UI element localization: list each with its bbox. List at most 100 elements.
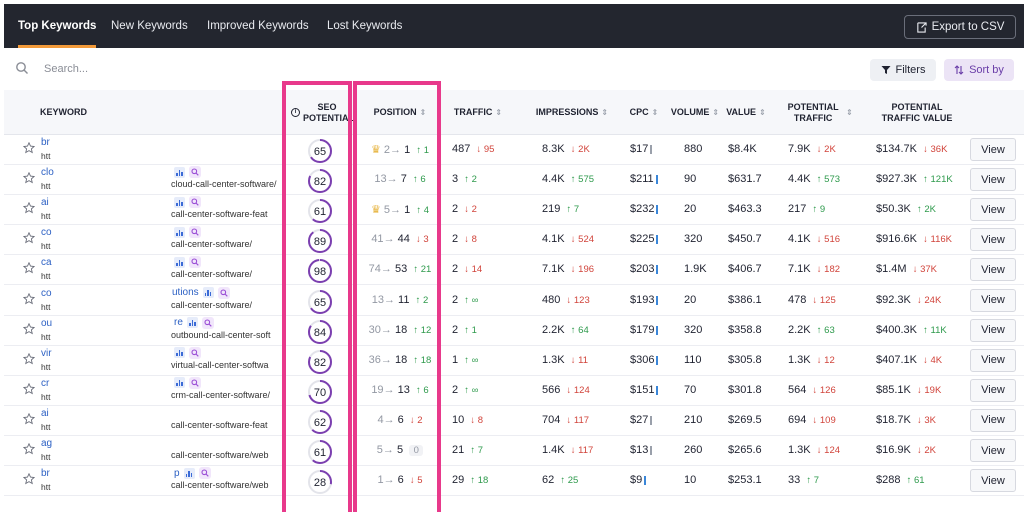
view-button[interactable]: View	[970, 469, 1016, 493]
star-icon[interactable]	[23, 232, 35, 244]
view-button[interactable]: View	[970, 318, 1016, 342]
keyword-text[interactable]: ai	[41, 408, 49, 419]
star-icon[interactable]	[23, 202, 35, 214]
landing-page-url[interactable]: call-center-software/web	[171, 480, 283, 490]
keyword-text[interactable]: ou	[41, 318, 52, 329]
view-button[interactable]: View	[970, 288, 1016, 312]
view-button[interactable]: View	[970, 408, 1016, 432]
bar-chart-icon[interactable]	[174, 347, 185, 359]
landing-page-url[interactable]: cloud-call-center-software/	[171, 179, 283, 189]
view-button[interactable]: View	[970, 168, 1016, 192]
bar-chart-icon[interactable]	[174, 256, 185, 268]
table-row: ai htt call-center-software-feat 61 ♛ 5→…	[4, 195, 1024, 226]
potential-traffic-value: 564	[788, 383, 807, 396]
view-button[interactable]: View	[970, 198, 1016, 222]
magnifier-icon[interactable]	[217, 286, 230, 299]
view-button[interactable]: View	[970, 228, 1016, 252]
view-button[interactable]: View	[970, 258, 1016, 282]
bar-chart-icon[interactable]	[174, 166, 185, 178]
keyword-text[interactable]: ca	[41, 257, 52, 268]
magnifier-icon[interactable]	[189, 256, 201, 269]
star-icon[interactable]	[23, 142, 35, 154]
bar-chart-icon[interactable]	[174, 377, 185, 389]
potential-traffic-value-change: ↓ 19K	[917, 385, 941, 396]
column-volume[interactable]: VOLUME ⇕	[668, 90, 722, 135]
magnifier-icon[interactable]	[189, 226, 201, 239]
tab-top-keywords[interactable]: Top Keywords	[18, 4, 97, 48]
landing-page-url[interactable]: virtual-call-center-softwa	[171, 360, 283, 370]
landing-page-url[interactable]: call-center-software/	[171, 300, 283, 310]
landing-page-url[interactable]: call-center-software/	[171, 239, 283, 249]
volume-cell: 1.9K	[684, 263, 707, 275]
bar-chart-icon[interactable]	[174, 226, 185, 238]
landing-page-url[interactable]: call-center-software-feat	[171, 420, 283, 430]
column-potential-traffic-value[interactable]: POTENTIAL TRAFFIC VALUE	[870, 90, 964, 135]
keyword-text[interactable]: co	[41, 227, 52, 238]
landing-page-url[interactable]: outbound-call-center-soft	[171, 330, 283, 340]
potential-traffic-change-value: 124	[824, 445, 841, 456]
column-traffic[interactable]: TRAFFIC ⇕	[452, 90, 504, 135]
tab-improved-keywords[interactable]: Improved Keywords	[207, 4, 309, 48]
magnifier-icon[interactable]	[189, 196, 201, 209]
arrow-down-icon: ↓	[409, 414, 415, 426]
magnifier-icon[interactable]	[189, 166, 201, 179]
keyword-text[interactable]: br	[41, 468, 50, 479]
keyword-text[interactable]: br	[41, 137, 50, 148]
bar-chart-icon[interactable]	[202, 287, 214, 298]
keyword-text[interactable]: co	[41, 288, 52, 299]
column-impressions[interactable]: IMPRESSIONS ⇕	[534, 90, 610, 135]
impressions-value: 566	[542, 383, 561, 396]
seo-potential-gauge: 62	[308, 409, 332, 434]
filters-button[interactable]: Filters	[870, 59, 936, 81]
landing-page-url[interactable]: call-center-software-feat	[171, 209, 283, 219]
magnifier-icon[interactable]	[198, 467, 211, 480]
impressions-change-value: 524	[578, 234, 595, 246]
magnifier-icon[interactable]	[201, 316, 214, 329]
view-button[interactable]: View	[970, 439, 1016, 462]
star-icon[interactable]	[23, 382, 35, 395]
landing-page-url[interactable]: call-center-software/web	[171, 450, 283, 460]
star-icon[interactable]	[23, 172, 35, 184]
view-button[interactable]: View	[970, 378, 1016, 402]
star-icon[interactable]	[23, 352, 35, 365]
keyword-text[interactable]: ai	[41, 197, 49, 208]
landing-page-url[interactable]: crm-call-center-software/	[171, 390, 283, 400]
bar-chart-icon[interactable]	[186, 317, 198, 329]
sort-arrows-icon: ⇕	[846, 108, 853, 117]
landing-page-url[interactable]: call-center-software/	[171, 269, 283, 279]
tab-lost-keywords[interactable]: Lost Keywords	[327, 4, 402, 48]
magnifier-icon[interactable]	[189, 376, 201, 389]
star-icon[interactable]	[23, 473, 35, 485]
star-icon[interactable]	[23, 262, 35, 274]
bar-chart-icon[interactable]	[183, 467, 195, 479]
column-value[interactable]: VALUE ⇕	[722, 90, 770, 135]
star-icon[interactable]	[23, 292, 35, 305]
sort-arrows-icon: ⇕	[759, 108, 766, 117]
view-button[interactable]: View	[970, 348, 1016, 372]
keyword-text[interactable]: ag	[41, 438, 52, 449]
potential-traffic-value: 2.2K	[788, 323, 811, 336]
search-input[interactable]	[44, 59, 344, 79]
keyword-text[interactable]: vir	[41, 348, 52, 359]
column-cpc[interactable]: CPC ⇕	[624, 90, 664, 135]
bar-chart-icon[interactable]	[174, 196, 185, 208]
star-icon[interactable]	[23, 412, 35, 425]
keyword-text[interactable]: cr	[41, 378, 49, 389]
star-icon[interactable]	[23, 322, 35, 335]
magnifier-icon[interactable]	[189, 346, 201, 359]
potential-traffic-value: 4.4K	[788, 173, 811, 186]
column-seo-potential[interactable]: i SEO POTENTIAL	[291, 90, 354, 135]
impressions-value: 8.3K	[542, 143, 565, 155]
seo-potential-value: 98	[314, 266, 326, 278]
cpc-indicator	[656, 325, 659, 335]
tab-new-keywords[interactable]: New Keywords	[111, 4, 188, 48]
export-csv-button[interactable]: Export to CSV	[904, 15, 1016, 39]
column-potential-traffic[interactable]: POTENTIAL TRAFFIC ⇕	[780, 90, 856, 135]
star-icon[interactable]	[23, 443, 35, 455]
view-button[interactable]: View	[970, 138, 1016, 161]
column-position[interactable]: POSITION ⇕	[360, 90, 440, 135]
column-keyword[interactable]: KEYWORD	[40, 90, 87, 135]
arrow-down-icon: ↓	[923, 354, 928, 366]
keyword-text[interactable]: clo	[41, 167, 54, 178]
sort-by-button[interactable]: Sort by	[944, 59, 1014, 81]
